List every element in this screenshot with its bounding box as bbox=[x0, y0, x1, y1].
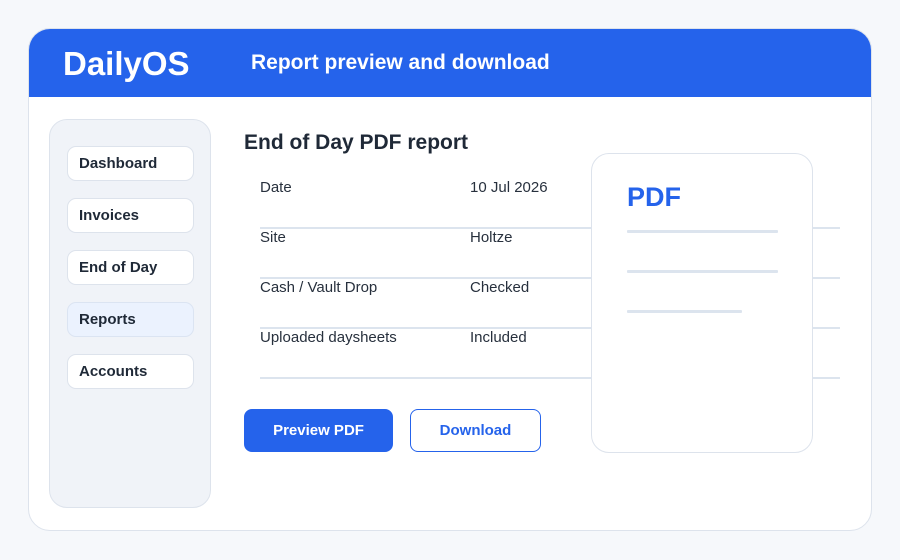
detail-value: Checked bbox=[470, 279, 530, 296]
detail-value: Holtze bbox=[470, 229, 513, 246]
sidebar-item-end-of-day[interactable]: End of Day bbox=[67, 250, 194, 285]
sidebar-item-reports[interactable]: Reports bbox=[67, 302, 194, 337]
download-button[interactable]: Download bbox=[410, 409, 541, 452]
detail-value: Included bbox=[470, 329, 527, 346]
sidebar-item-dashboard[interactable]: Dashboard bbox=[67, 146, 194, 181]
pdf-text-line bbox=[627, 310, 742, 313]
pdf-text-line bbox=[627, 270, 778, 273]
sidebar-item-invoices[interactable]: Invoices bbox=[67, 198, 194, 233]
app-window: DailyOS Report preview and download Dash… bbox=[28, 28, 872, 531]
detail-value: 10 Jul 2026 bbox=[470, 179, 548, 196]
detail-label: Cash / Vault Drop bbox=[260, 279, 378, 296]
detail-label: Site bbox=[260, 229, 286, 246]
pdf-label: PDF bbox=[627, 182, 681, 212]
pdf-text-line bbox=[627, 230, 778, 233]
page-header-title: Report preview and download bbox=[251, 51, 550, 74]
page-title: End of Day PDF report bbox=[244, 131, 469, 154]
detail-label: Date bbox=[260, 179, 292, 196]
detail-label: Uploaded daysheets bbox=[260, 329, 397, 346]
pdf-document-icon: PDF bbox=[591, 153, 813, 453]
preview-pdf-button[interactable]: Preview PDF bbox=[244, 409, 393, 452]
app-brand-logo: DailyOS bbox=[63, 45, 190, 82]
app-header: DailyOS Report preview and download bbox=[29, 29, 871, 97]
sidebar-item-accounts[interactable]: Accounts bbox=[67, 354, 194, 389]
sidebar-nav: Dashboard Invoices End of Day Reports Ac… bbox=[49, 119, 211, 508]
